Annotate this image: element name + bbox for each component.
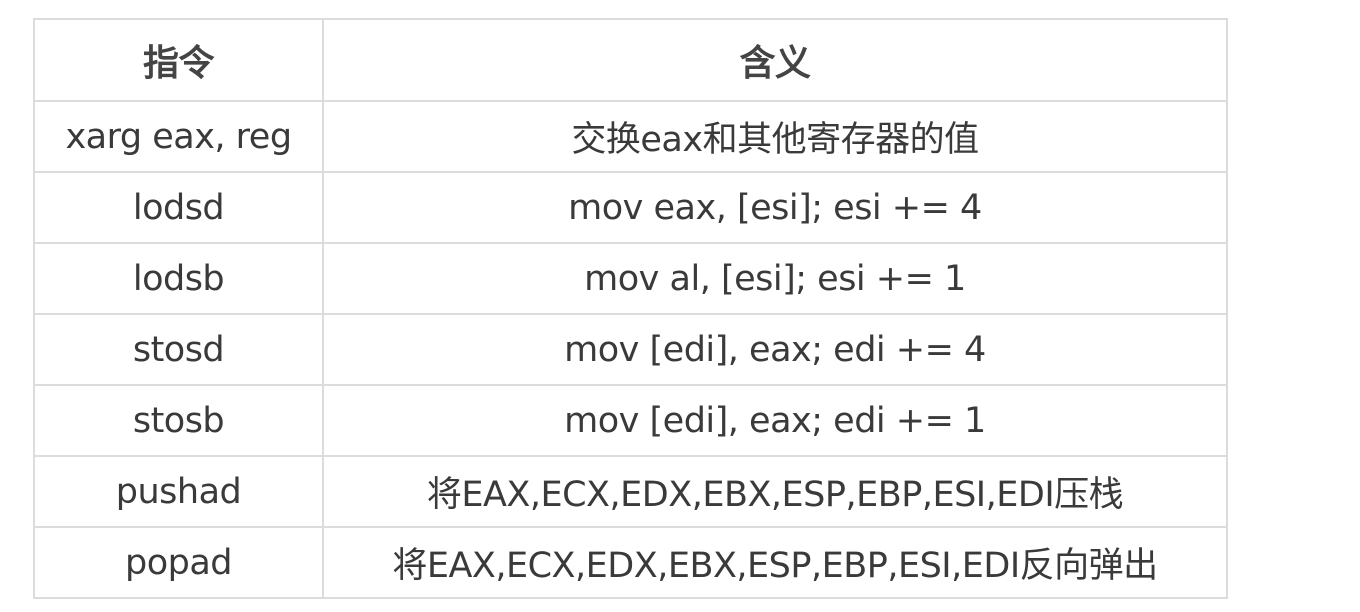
instruction-cell: stosb: [33, 384, 324, 457]
meaning-cell: mov eax, [esi]; esi += 4: [322, 171, 1228, 244]
instruction-table: 指令 含义 xarg eax, reg 交换eax和其他寄存器的值 lodsd …: [33, 18, 1228, 599]
meaning-cell: 将EAX,ECX,EDX,EBX,ESP,EBP,ESI,EDI压栈: [322, 455, 1228, 528]
instruction-cell: xarg eax, reg: [33, 100, 324, 173]
table-row: pushad 将EAX,ECX,EDX,EBX,ESP,EBP,ESI,EDI压…: [33, 455, 1228, 528]
header-instruction: 指令: [33, 18, 324, 102]
table-row: lodsd mov eax, [esi]; esi += 4: [33, 171, 1228, 244]
table-row: lodsb mov al, [esi]; esi += 1: [33, 242, 1228, 315]
meaning-cell: mov [edi], eax; edi += 1: [322, 384, 1228, 457]
table-row: stosb mov [edi], eax; edi += 1: [33, 384, 1228, 457]
instruction-cell: popad: [33, 526, 324, 599]
instruction-cell: lodsd: [33, 171, 324, 244]
table-row: stosd mov [edi], eax; edi += 4: [33, 313, 1228, 386]
instruction-cell: lodsb: [33, 242, 324, 315]
meaning-cell: 将EAX,ECX,EDX,EBX,ESP,EBP,ESI,EDI反向弹出: [322, 526, 1228, 599]
header-meaning: 含义: [322, 18, 1228, 102]
table-row: popad 将EAX,ECX,EDX,EBX,ESP,EBP,ESI,EDI反向…: [33, 526, 1228, 599]
meaning-cell: mov [edi], eax; edi += 4: [322, 313, 1228, 386]
instruction-cell: pushad: [33, 455, 324, 528]
table-row: xarg eax, reg 交换eax和其他寄存器的值: [33, 100, 1228, 173]
meaning-cell: mov al, [esi]; esi += 1: [322, 242, 1228, 315]
table-header-row: 指令 含义: [33, 18, 1228, 102]
meaning-cell: 交换eax和其他寄存器的值: [322, 100, 1228, 173]
instruction-cell: stosd: [33, 313, 324, 386]
